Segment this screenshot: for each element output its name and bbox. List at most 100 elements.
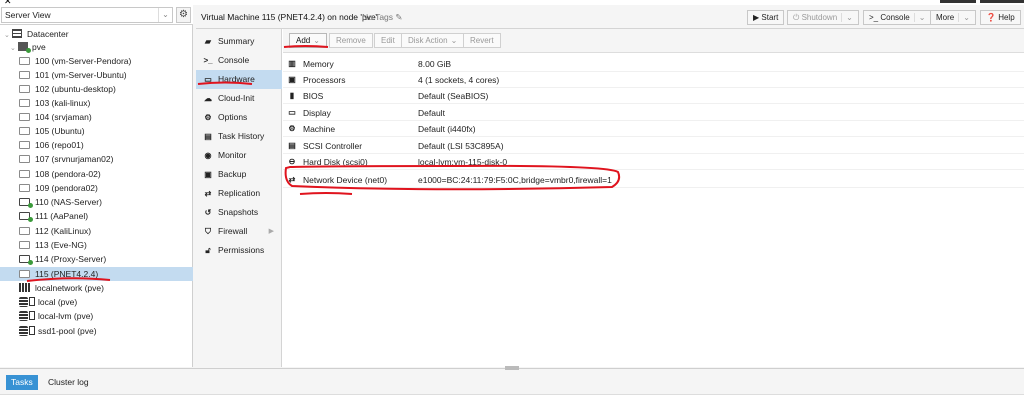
tree-item-vm[interactable]: 111 (AaPanel) [0, 209, 193, 223]
cluster-log-label: Cluster log [48, 377, 89, 387]
tree-item-label: 107 (srvnurjaman02) [35, 154, 114, 164]
tree-item-storage[interactable]: local (pve) [0, 295, 193, 309]
tree-item-label: 106 (repo01) [35, 140, 84, 150]
help-button[interactable]: ❓ Help [980, 10, 1021, 25]
tree-item-vm[interactable]: 109 (pendora02) [0, 181, 193, 195]
gear-icon[interactable]: ⚙ [176, 7, 191, 23]
remove-label: Remove [336, 36, 366, 45]
tree-item-label: local (pve) [38, 297, 78, 307]
nav-item-label: Task History [218, 131, 265, 141]
vm-icon [19, 184, 30, 192]
vm-header: Virtual Machine 115 (PNET4.2.4) on node … [196, 5, 1024, 29]
tree-item-vm[interactable]: 100 (vm-Server-Pendora) [0, 54, 193, 68]
add-label: Add [296, 36, 311, 45]
hardware-key: Memory [303, 59, 334, 69]
vm-nav-menu: ▰ Summary >_ Console ▭ Hardware ☁ Cloud-Init ⚙ Op… [196, 29, 282, 367]
tree-item-vm[interactable]: 107 (srvnurjaman02) [0, 152, 193, 166]
tree-item-vm[interactable]: 103 (kali-linux) [0, 96, 193, 110]
nav-item-snapshots[interactable]: ↺ Snapshots [196, 203, 282, 222]
question-icon: ❓ [986, 13, 996, 22]
tree-item-label: 108 (pendora-02) [35, 169, 101, 179]
tree-item-vm[interactable]: 102 (ubuntu-desktop) [0, 82, 193, 96]
disk-icon [29, 311, 35, 320]
tree-item-vm[interactable]: 115 (PNET4.2.4) [0, 267, 193, 281]
tree-item-node[interactable]: ⌄ pve [0, 40, 193, 54]
nav-item-backup[interactable]: ▣ Backup [196, 165, 282, 184]
proxmox-logo-icon: ✕ [4, 0, 12, 6]
table-row[interactable]: ▮ BIOS Default (SeaBIOS) [283, 88, 1024, 104]
hardware-key: Network Device (net0) [303, 175, 388, 185]
tree-item-vm[interactable]: 112 (KaliLinux) [0, 224, 193, 238]
table-row[interactable]: ▥ Memory 8.00 GiB [283, 56, 1024, 72]
play-icon: ▶ [753, 13, 760, 22]
nav-item-cloud-init[interactable]: ☁ Cloud-Init [196, 89, 282, 108]
retweet-icon: ⇄ [204, 189, 212, 198]
storage-icon [19, 311, 28, 321]
storage-icon [19, 326, 28, 336]
shutdown-button[interactable]: ⏻ Shutdown ⌄ [787, 10, 859, 25]
tree-item-vm[interactable]: 113 (Eve-NG) [0, 238, 193, 252]
disk-action-button[interactable]: Disk Action ⌄ [401, 33, 465, 48]
edit-button[interactable]: Edit [374, 33, 402, 48]
help-label: Help [998, 13, 1015, 22]
table-row[interactable]: ⊖ Hard Disk (scsi0) local-lvm:vm-115-disk-… [283, 154, 1024, 170]
table-row[interactable]: ⚙ Machine Default (i440fx) [283, 121, 1024, 137]
cpu-icon: ▣ [288, 75, 296, 84]
vm-running-icon [19, 255, 33, 265]
start-button[interactable]: ▶ Start [747, 10, 785, 25]
nav-item-console[interactable]: >_ Console [196, 51, 282, 70]
nav-item-firewall[interactable]: ⛉ Firewall ▶ [196, 222, 282, 241]
hardware-value: e1000=BC:24:11:79:F5:0C,bridge=vmbr0,fir… [418, 175, 612, 185]
tree-item-network[interactable]: localnetwork (pve) [0, 281, 193, 295]
nav-item-monitor[interactable]: ◉ Monitor [196, 146, 282, 165]
vm-icon [19, 241, 30, 249]
tree-item-vm[interactable]: 110 (NAS-Server) [0, 195, 193, 209]
resize-handle[interactable] [505, 366, 519, 370]
add-button[interactable]: Add ⌄ [289, 33, 327, 48]
desktop-icon: ▭ [288, 108, 296, 117]
tree-item-storage[interactable]: local-lvm (pve) [0, 309, 193, 323]
nav-item-options[interactable]: ⚙ Options [196, 108, 282, 127]
table-row[interactable]: ▣ Processors 4 (1 sockets, 4 cores) [283, 72, 1024, 88]
tree-item-vm[interactable]: 101 (vm-Server-Ubuntu) [0, 68, 193, 82]
nav-item-label: Summary [218, 36, 255, 46]
table-row[interactable]: ▤ SCSI Controller Default (LSI 53C895A) [283, 138, 1024, 154]
nav-item-summary[interactable]: ▰ Summary [196, 32, 282, 51]
nav-item-hardware[interactable]: ▭ Hardware [196, 70, 282, 89]
tab-cluster-log[interactable]: Cluster log [43, 375, 94, 390]
chevron-down-icon[interactable]: ⌄ [913, 13, 926, 22]
nav-item-label: Hardware [218, 74, 255, 84]
tree-item-storage[interactable]: ssd1-pool (pve) [0, 324, 193, 338]
tree-item-label: localnetwork (pve) [35, 283, 104, 293]
more-button[interactable]: More ⌄ [930, 10, 976, 25]
vm-icon [19, 57, 30, 65]
chevron-down-icon[interactable]: ⌄ [841, 13, 853, 22]
nav-item-permissions[interactable]: 🔓︎ Permissions [196, 241, 282, 260]
table-row[interactable]: ⇄ Network Device (net0) e1000=BC:24:11:79:… [283, 172, 1024, 188]
tree-item-label: 101 (vm-Server-Ubuntu) [35, 70, 127, 80]
shield-icon: ⛉ [205, 227, 211, 236]
chevron-down-icon[interactable]: ⌄ [158, 8, 172, 22]
chevron-down-icon[interactable]: ⌄ [958, 13, 970, 22]
console-button[interactable]: >_ Console ⌄ [863, 10, 932, 25]
nav-item-replication[interactable]: ⇄ Replication [196, 184, 282, 203]
tree-item-label: 113 (Eve-NG) [35, 240, 87, 250]
tab-tasks[interactable]: Tasks [6, 375, 38, 390]
vm-running-icon [19, 212, 33, 222]
disk-icon [29, 297, 35, 306]
tags-editor[interactable]: No Tags ✎ [362, 12, 403, 23]
tree-item-vm[interactable]: 104 (srvjaman) [0, 110, 193, 124]
nav-item-task-history[interactable]: ▤ Task History [196, 127, 282, 146]
table-row[interactable]: ▭ Display Default [283, 105, 1024, 121]
revert-button[interactable]: Revert [463, 33, 501, 48]
edit-label: Edit [381, 36, 395, 45]
tree-item-datacenter[interactable]: ⌄ Datacenter [0, 27, 193, 41]
more-label: More [936, 13, 955, 22]
pencil-icon[interactable]: ✎ [395, 12, 402, 22]
tree-item-vm[interactable]: 108 (pendora-02) [0, 167, 193, 181]
view-select[interactable]: Server View ⌄ [1, 7, 173, 23]
remove-button[interactable]: Remove [329, 33, 373, 48]
tree-item-vm[interactable]: 106 (repo01) [0, 138, 193, 152]
tree-item-vm[interactable]: 105 (Ubuntu) [0, 124, 193, 138]
tree-item-vm[interactable]: 114 (Proxy-Server) [0, 252, 193, 266]
